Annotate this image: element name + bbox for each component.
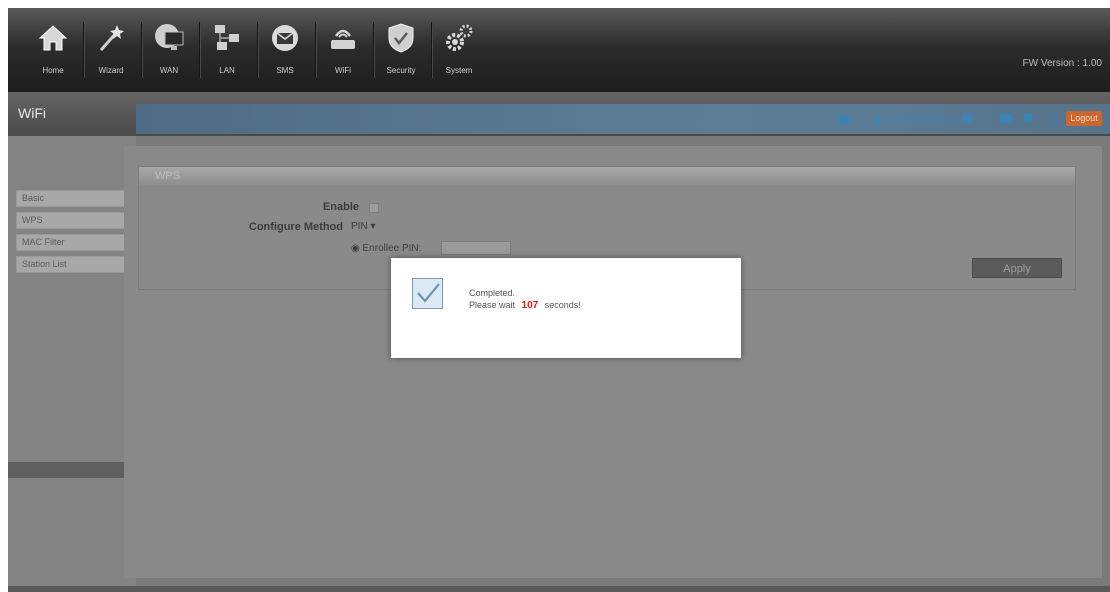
network-status-icon xyxy=(962,114,972,123)
firmware-version: FW Version : 1.00 xyxy=(1022,58,1102,69)
nav-divider xyxy=(83,22,84,78)
wait-suffix: seconds! xyxy=(544,300,581,310)
wizard-wand-icon xyxy=(99,25,124,51)
main-content: WPS Enable Configure Method PIN ▾ ◉ Enro… xyxy=(124,146,1102,578)
nav-security[interactable]: Security xyxy=(376,18,426,80)
countdown-seconds: 107 xyxy=(521,300,539,311)
wait-prefix: Please wait xyxy=(469,300,516,310)
battery-icon xyxy=(1000,114,1012,123)
sidebar-item-basic[interactable]: Basic xyxy=(16,190,134,207)
signal-icon xyxy=(872,115,880,125)
dialog-status-text: Completed. xyxy=(469,288,516,298)
section-title-bar: WiFi CHN-UNICOM 4G 0 Logout xyxy=(8,92,1110,136)
sms-envelope-icon xyxy=(272,25,298,51)
nav-divider xyxy=(315,22,316,78)
nav-security-label: Security xyxy=(386,66,416,75)
configure-method-label: Configure Method xyxy=(248,221,343,233)
completion-dialog: Completed. Please wait 107 seconds! xyxy=(391,258,741,358)
nav-wan[interactable]: WAN xyxy=(144,18,194,80)
nav-sms-label: SMS xyxy=(276,66,294,75)
top-navigation: Home Wizard WAN LAN SMS WiFi Security Sy… xyxy=(8,8,1110,92)
nav-divider xyxy=(431,22,432,78)
wps-panel-title: WPS xyxy=(139,167,1075,185)
lan-network-icon xyxy=(215,25,239,50)
sms-count: 0 xyxy=(1052,114,1058,124)
enable-checkbox[interactable] xyxy=(369,203,379,213)
enable-label: Enable xyxy=(322,201,359,213)
nav-wan-label: WAN xyxy=(159,66,179,75)
nav-wizard[interactable]: Wizard xyxy=(86,18,136,80)
system-gears-icon xyxy=(446,24,473,51)
sidebar-item-mac-filter[interactable]: MAC Filter xyxy=(16,234,134,251)
sidebar-item-wps[interactable]: WPS xyxy=(16,212,134,229)
status-area: CHN-UNICOM 4G 0 Logout xyxy=(802,111,1102,126)
configure-method-value: PIN xyxy=(351,221,368,232)
operator-name: CHN-UNICOM 4G xyxy=(886,114,960,124)
configure-method-select[interactable]: PIN ▾ xyxy=(351,221,375,232)
sidebar: Basic WPS MAC Filter Station List xyxy=(8,136,136,592)
wan-globe-icon xyxy=(155,24,184,50)
security-shield-icon xyxy=(388,23,414,53)
page-title: WiFi xyxy=(18,105,46,121)
home-icon xyxy=(38,25,68,51)
footer-strip xyxy=(8,586,1110,592)
wifi-router-icon xyxy=(331,29,355,49)
nav-lan-label: LAN xyxy=(219,66,235,75)
nav-divider xyxy=(141,22,142,78)
nav-divider xyxy=(199,22,200,78)
apply-button[interactable]: Apply xyxy=(972,258,1062,278)
nav-wifi[interactable]: WiFi xyxy=(318,18,368,80)
sidebar-divider xyxy=(8,462,136,478)
nav-divider xyxy=(257,22,258,78)
checkmark-icon xyxy=(412,278,443,309)
enrollee-pin-radio[interactable]: ◉ Enrollee PIN: xyxy=(351,243,421,254)
nav-wifi-label: WiFi xyxy=(335,66,351,75)
radio-selected-icon: ◉ xyxy=(351,243,363,254)
enrollee-pin-label: Enrollee PIN: xyxy=(362,243,422,254)
nav-sms[interactable]: SMS xyxy=(260,18,310,80)
enrollee-pin-input[interactable] xyxy=(441,241,511,255)
chevron-down-icon: ▾ xyxy=(370,221,376,232)
sms-unread-icon[interactable] xyxy=(1024,114,1032,122)
dialog-wait-text: Please wait 107 seconds! xyxy=(469,300,581,311)
nav-home[interactable]: Home xyxy=(28,18,78,80)
connection-icon xyxy=(838,116,850,123)
nav-home-label: Home xyxy=(42,66,64,75)
nav-lan[interactable]: LAN xyxy=(202,18,252,80)
sidebar-item-station-list[interactable]: Station List xyxy=(16,256,134,273)
nav-divider xyxy=(373,22,374,78)
logout-button[interactable]: Logout xyxy=(1066,111,1102,126)
nav-system[interactable]: System xyxy=(434,18,484,80)
nav-system-label: System xyxy=(445,66,473,75)
nav-wizard-label: Wizard xyxy=(98,66,124,75)
